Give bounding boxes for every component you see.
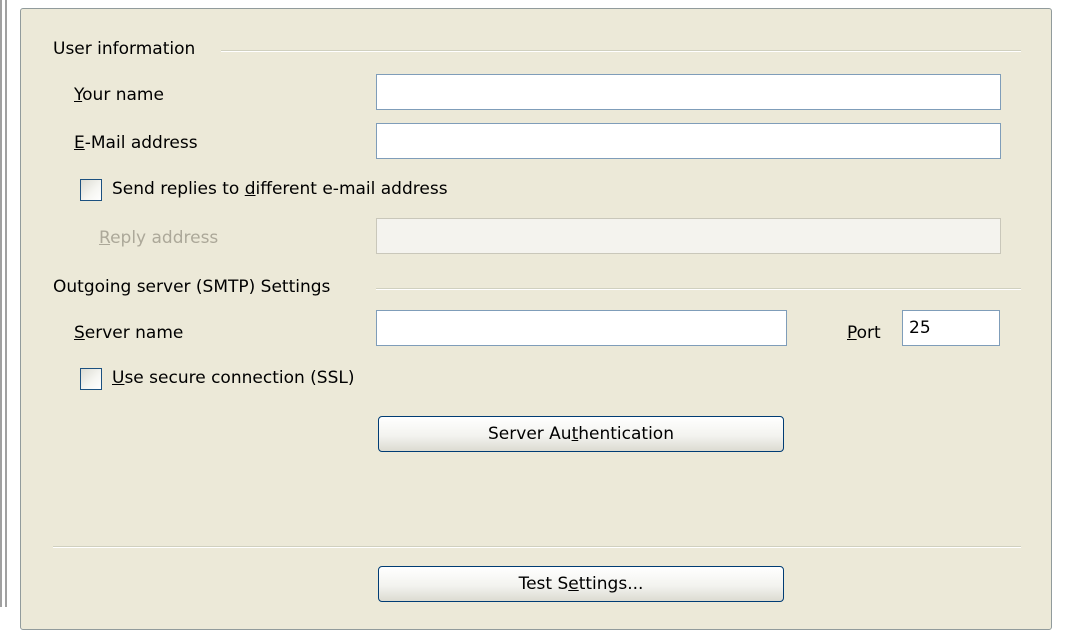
smtp-settings-title: Outgoing server (SMTP) Settings	[53, 277, 339, 297]
window-edge-left	[0, 0, 2, 607]
test-settings-button[interactable]: Test Settings...	[378, 566, 784, 602]
server-authentication-button[interactable]: Server Authentication	[378, 416, 784, 452]
bottom-separator	[53, 546, 1021, 548]
ssl-label[interactable]: Use secure connection (SSL)	[112, 368, 354, 388]
reply-address-input[interactable]	[376, 218, 1001, 254]
send-replies-label[interactable]: Send replies to different e-mail address	[112, 179, 448, 199]
smtp-separator	[376, 288, 1021, 290]
user-information-separator	[221, 50, 1021, 52]
port-input[interactable]	[902, 310, 1000, 346]
your-name-input[interactable]	[376, 74, 1001, 110]
your-name-label: Your name	[74, 85, 164, 105]
send-replies-checkbox[interactable]	[80, 179, 102, 201]
email-address-input[interactable]	[376, 123, 1001, 159]
user-information-title: User information	[53, 39, 204, 59]
reply-address-label: Reply address	[99, 228, 219, 248]
server-name-input[interactable]	[376, 310, 787, 346]
email-address-label: E-Mail address	[74, 133, 198, 153]
server-name-label: Server name	[74, 323, 184, 343]
ssl-checkbox[interactable]	[80, 368, 102, 390]
port-label: Port	[847, 323, 881, 343]
mail-merge-email-panel: User information Your name E-Mail addres…	[20, 8, 1052, 630]
window-edge-inner	[5, 0, 7, 607]
